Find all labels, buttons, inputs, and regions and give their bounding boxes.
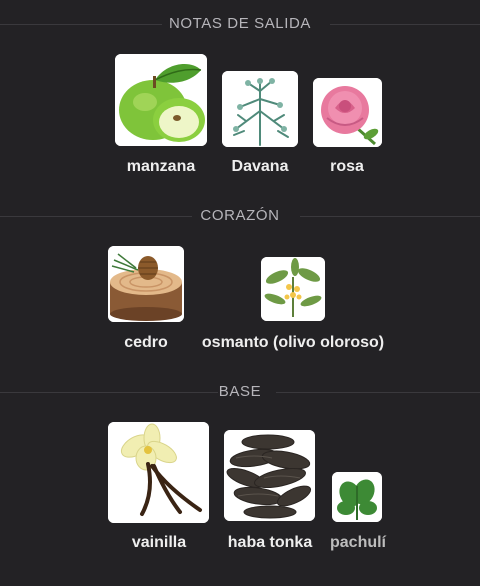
section-title: CORAZÓN xyxy=(200,207,280,224)
note-label: rosa xyxy=(330,158,364,175)
vanilla-image xyxy=(108,422,209,523)
note-label: vainilla xyxy=(131,534,187,551)
note-label: osmanto (olivo oloroso) xyxy=(201,334,385,351)
note-label: cedro xyxy=(124,334,168,351)
note-label: pachulí xyxy=(329,534,387,551)
section-header-base-notes: BASE xyxy=(0,382,480,402)
pink-rose-image xyxy=(313,78,382,147)
section-header-heart-notes: CORAZÓN xyxy=(0,206,480,226)
note-label: manzana xyxy=(126,158,196,175)
green-apple-image xyxy=(115,54,207,146)
patchouli-leaf-image xyxy=(332,472,382,522)
tonka-bean-image xyxy=(224,430,315,521)
cedar-wood-image xyxy=(108,246,184,322)
osmanthus-flower-image xyxy=(261,257,325,321)
note-label: haba tonka xyxy=(227,534,313,551)
section-header-top-notes: NOTAS DE SALIDA xyxy=(0,14,480,34)
davana-herb-image xyxy=(222,71,298,147)
note-label: Davana xyxy=(231,158,289,175)
section-title: BASE xyxy=(218,383,262,400)
section-title: NOTAS DE SALIDA xyxy=(168,15,312,32)
